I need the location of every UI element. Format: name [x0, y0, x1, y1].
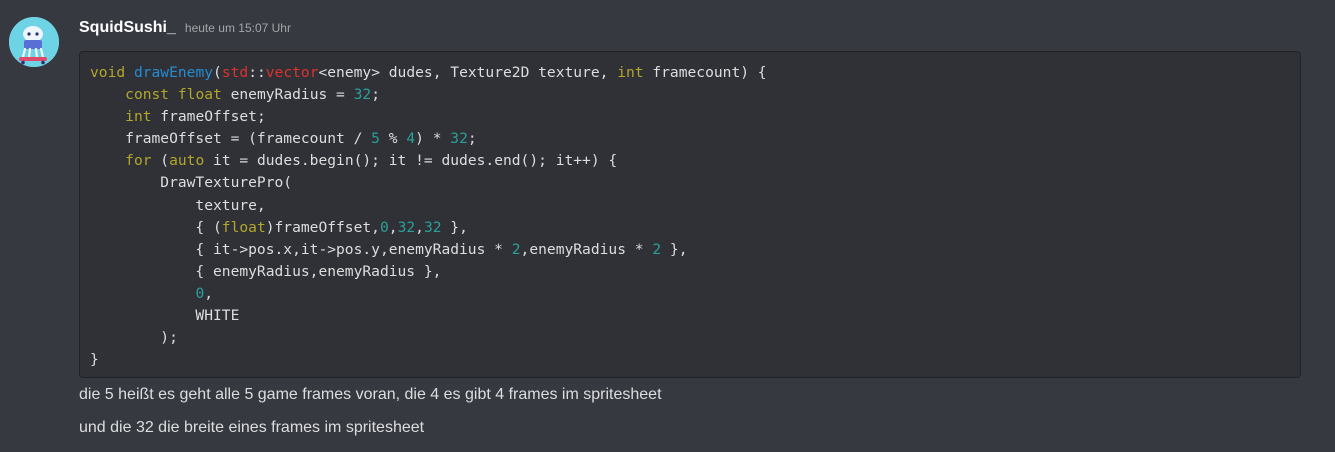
code-line: DrawTexturePro(	[90, 174, 292, 191]
code-token: drawEnemy	[133, 64, 214, 81]
code-line: for (auto it = dudes.begin(); it != dude…	[90, 152, 617, 169]
code-token: void	[90, 64, 126, 81]
code-token: WHITE	[90, 307, 240, 325]
avatar[interactable]	[9, 17, 59, 67]
code-token: ;	[371, 86, 380, 104]
code-text: void drawEnemy(std::vector<enemy> dudes,…	[90, 62, 1300, 371]
code-token: 5	[371, 130, 380, 148]
code-token: { (	[90, 218, 222, 236]
code-token: float	[177, 86, 222, 104]
username[interactable]: SquidSushi_	[79, 19, 176, 37]
code-token: ,	[415, 218, 424, 236]
code-token: auto	[169, 152, 205, 170]
code-token: },	[661, 240, 688, 258]
code-line: const float enemyRadius = 32;	[90, 86, 380, 103]
message-text-line: die 5 heißt es geht alle 5 game frames v…	[79, 386, 662, 403]
code-token: (	[151, 152, 170, 170]
code-line: texture,	[90, 196, 266, 214]
squid-avatar-icon	[9, 17, 59, 67]
code-token: int	[125, 108, 152, 126]
code-token: it = dudes.begin(); it != dudes.end(); i…	[204, 152, 618, 170]
code-token: { it->pos.x,it->pos.y,enemyRadius *	[90, 240, 512, 258]
code-token: <enemy> dudes, Texture2D texture,	[318, 64, 618, 81]
code-token: ,	[388, 218, 398, 236]
code-token: int	[617, 64, 644, 81]
timestamp[interactable]: heute um 15:07 Uhr	[185, 21, 291, 35]
code-token: ,enemyRadius *	[520, 240, 653, 258]
code-line: 0,	[90, 285, 213, 302]
code-token: )frameOffset,	[265, 218, 380, 236]
code-line: }	[90, 351, 99, 368]
code-token: 0	[379, 218, 389, 236]
code-token: ::	[248, 64, 266, 81]
code-token: const	[125, 86, 170, 104]
code-token: 2	[511, 240, 521, 258]
code-block: void drawEnemy(std::vector<enemy> dudes,…	[79, 51, 1301, 378]
code-token: ;	[467, 130, 477, 148]
code-token: %	[379, 130, 407, 148]
code-token: { enemyRadius,enemyRadius },	[90, 262, 442, 280]
code-token: texture,	[90, 196, 266, 214]
code-token: 32	[397, 218, 416, 236]
code-token: ) *	[415, 130, 451, 148]
code-token: std	[221, 64, 249, 81]
code-token: frameOffset = (framecount /	[90, 130, 372, 148]
message-header: SquidSushi_ heute um 15:07 Uhr	[79, 19, 291, 43]
code-token: framecount) {	[643, 64, 767, 81]
code-token: DrawTexturePro(	[90, 174, 293, 192]
code-token: 4	[406, 130, 416, 148]
code-token: );	[90, 329, 178, 347]
code-token: float	[221, 218, 266, 236]
message-text-line: und die 32 die breite eines frames im sp…	[79, 419, 425, 436]
code-token: 32	[450, 130, 468, 148]
code-line: );	[90, 329, 178, 346]
code-line: { enemyRadius,enemyRadius },	[90, 263, 441, 280]
code-token: 32	[423, 218, 442, 236]
code-token: vector	[265, 64, 319, 81]
code-line: frameOffset = (framecount / 5 % 4) * 32;	[90, 130, 477, 147]
code-token: 2	[652, 240, 662, 258]
code-line: WHITE	[90, 307, 239, 324]
code-token: 32	[353, 86, 372, 104]
code-token: for	[125, 152, 152, 170]
code-token: },	[441, 218, 468, 236]
code-line: int frameOffset;	[90, 108, 266, 125]
code-line: void drawEnemy(std::vector<enemy> dudes,…	[90, 64, 767, 81]
code-line: { it->pos.x,it->pos.y,enemyRadius * 2,en…	[90, 240, 688, 258]
code-token: enemyRadius =	[221, 86, 354, 104]
code-token: ,	[204, 284, 214, 302]
code-line: { (float)frameOffset,0,32,32 },	[90, 218, 468, 236]
code-token: }	[90, 351, 99, 369]
code-token: (	[213, 64, 222, 81]
code-token: 0	[195, 284, 205, 302]
code-token: frameOffset;	[151, 108, 266, 126]
